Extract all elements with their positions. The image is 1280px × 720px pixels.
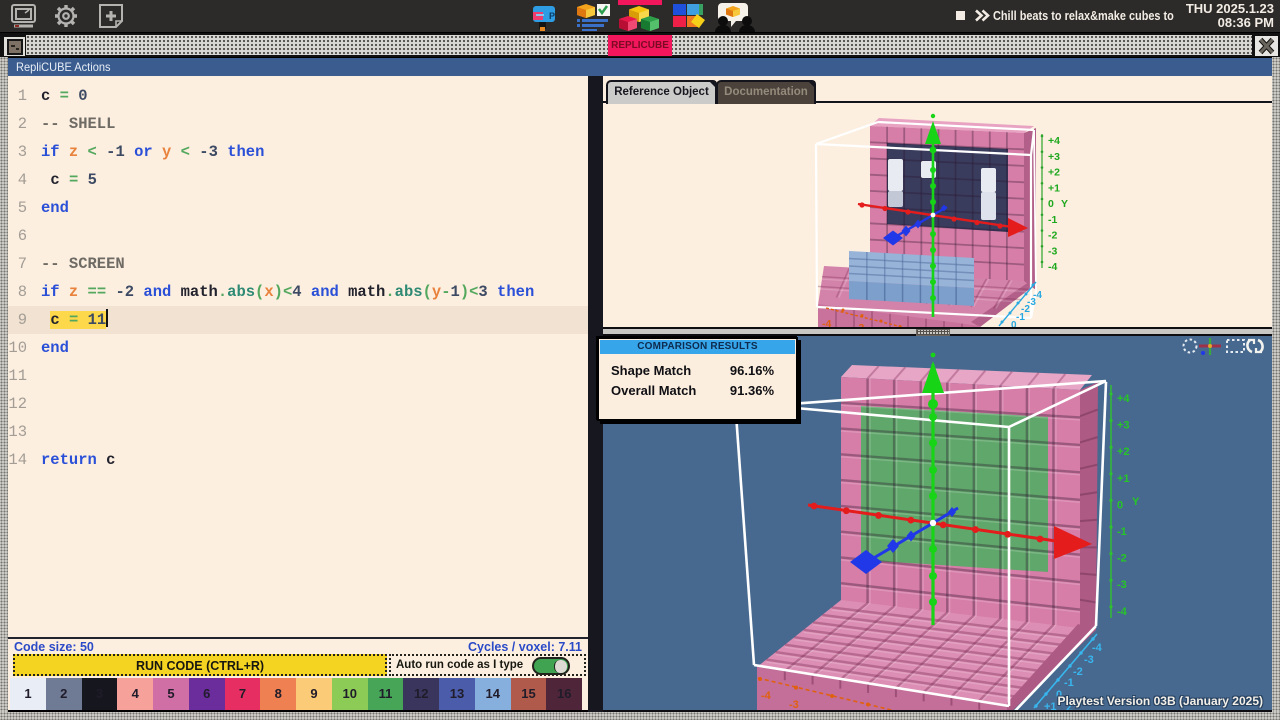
svg-text:-4: -4	[1092, 642, 1103, 654]
svg-text:0: 0	[1117, 499, 1123, 511]
svg-text:-1: -1	[1117, 526, 1127, 538]
svg-text:+3: +3	[1048, 151, 1060, 163]
svg-text:-4: -4	[822, 318, 831, 327]
svg-text:+1: +1	[1117, 473, 1130, 485]
svg-text:0: 0	[1048, 198, 1054, 210]
svg-text:+2: +2	[1048, 167, 1060, 179]
svg-text:Y: Y	[1132, 496, 1140, 508]
svg-text:+3: +3	[1117, 420, 1130, 432]
svg-text:P: P	[549, 11, 555, 21]
svg-text:-2: -2	[1073, 666, 1083, 678]
svg-text:-4: -4	[1033, 290, 1042, 301]
svg-text:-3: -3	[789, 699, 799, 710]
svg-text:-1: -1	[1064, 677, 1074, 689]
svg-text:-2: -2	[1048, 230, 1057, 242]
svg-text:+4: +4	[1117, 393, 1130, 405]
svg-text:-1: -1	[1048, 214, 1057, 226]
svg-text:-3: -3	[1048, 245, 1057, 257]
svg-text:-3: -3	[1117, 579, 1127, 591]
svg-text:+4: +4	[1048, 135, 1060, 147]
svg-text:-4: -4	[1048, 261, 1057, 273]
svg-text:-3: -3	[1084, 654, 1094, 666]
svg-text:Y: Y	[1061, 198, 1068, 210]
svg-text:+1: +1	[1044, 701, 1057, 710]
svg-text:-4: -4	[1117, 606, 1128, 618]
svg-text:+2: +2	[1117, 446, 1130, 458]
svg-text:-2: -2	[1117, 553, 1127, 565]
svg-text:-4: -4	[761, 690, 772, 702]
svg-text:+1: +1	[1048, 182, 1060, 194]
